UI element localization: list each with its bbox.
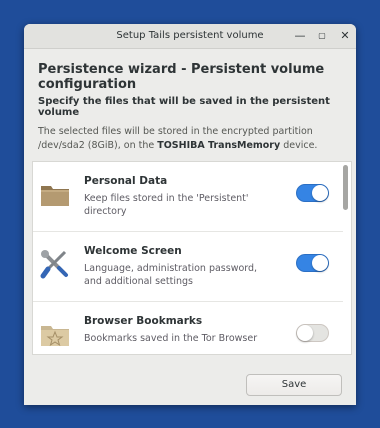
feature-description: Keep files stored in the 'Persistent' di…	[84, 193, 249, 217]
feature-row-welcome-screen[interactable]: Welcome Screen Language, administration …	[33, 232, 343, 302]
feature-list[interactable]: Personal Data Keep files stored in the '…	[32, 161, 352, 355]
feature-name: Browser Bookmarks	[84, 315, 203, 327]
toggle-knob	[312, 255, 328, 271]
feature-description: Bookmarks saved in the Tor Browser	[84, 333, 258, 344]
minimize-button[interactable]: —	[292, 28, 308, 44]
device-name: TOSHIBA TransMemory	[157, 140, 281, 151]
page-title: Persistence wizard - Persistent volume c…	[38, 62, 325, 92]
setup-window: Setup Tails persistent volume — ▢ ✕ Pers…	[24, 24, 356, 405]
bookmark-folder-icon	[39, 318, 71, 350]
toggle-knob	[297, 325, 313, 341]
feature-row-browser-bookmarks[interactable]: Browser Bookmarks Bookmarks saved in the…	[33, 302, 343, 354]
description-text: The selected files will be stored in the…	[38, 125, 344, 153]
titlebar[interactable]: Setup Tails persistent volume — ▢ ✕	[24, 24, 356, 49]
list-scrollbar[interactable]	[343, 165, 348, 210]
browser-bookmarks-toggle[interactable]	[296, 324, 329, 342]
description-suffix: device.	[280, 140, 318, 151]
tools-icon	[39, 248, 71, 280]
welcome-screen-toggle[interactable]	[296, 254, 329, 272]
save-button[interactable]: Save	[246, 374, 342, 396]
toggle-knob	[312, 185, 328, 201]
personal-data-toggle[interactable]	[296, 184, 329, 202]
feature-name: Personal Data	[84, 175, 168, 187]
page-subtitle: Specify the files that will be saved in …	[38, 96, 330, 118]
feature-description: Language, administration password, and a…	[84, 263, 258, 287]
close-button[interactable]: ✕	[337, 28, 353, 44]
feature-name: Welcome Screen	[84, 245, 182, 257]
maximize-button[interactable]: ▢	[314, 28, 330, 44]
folder-icon	[39, 178, 71, 210]
feature-row-personal-data[interactable]: Personal Data Keep files stored in the '…	[33, 162, 343, 232]
